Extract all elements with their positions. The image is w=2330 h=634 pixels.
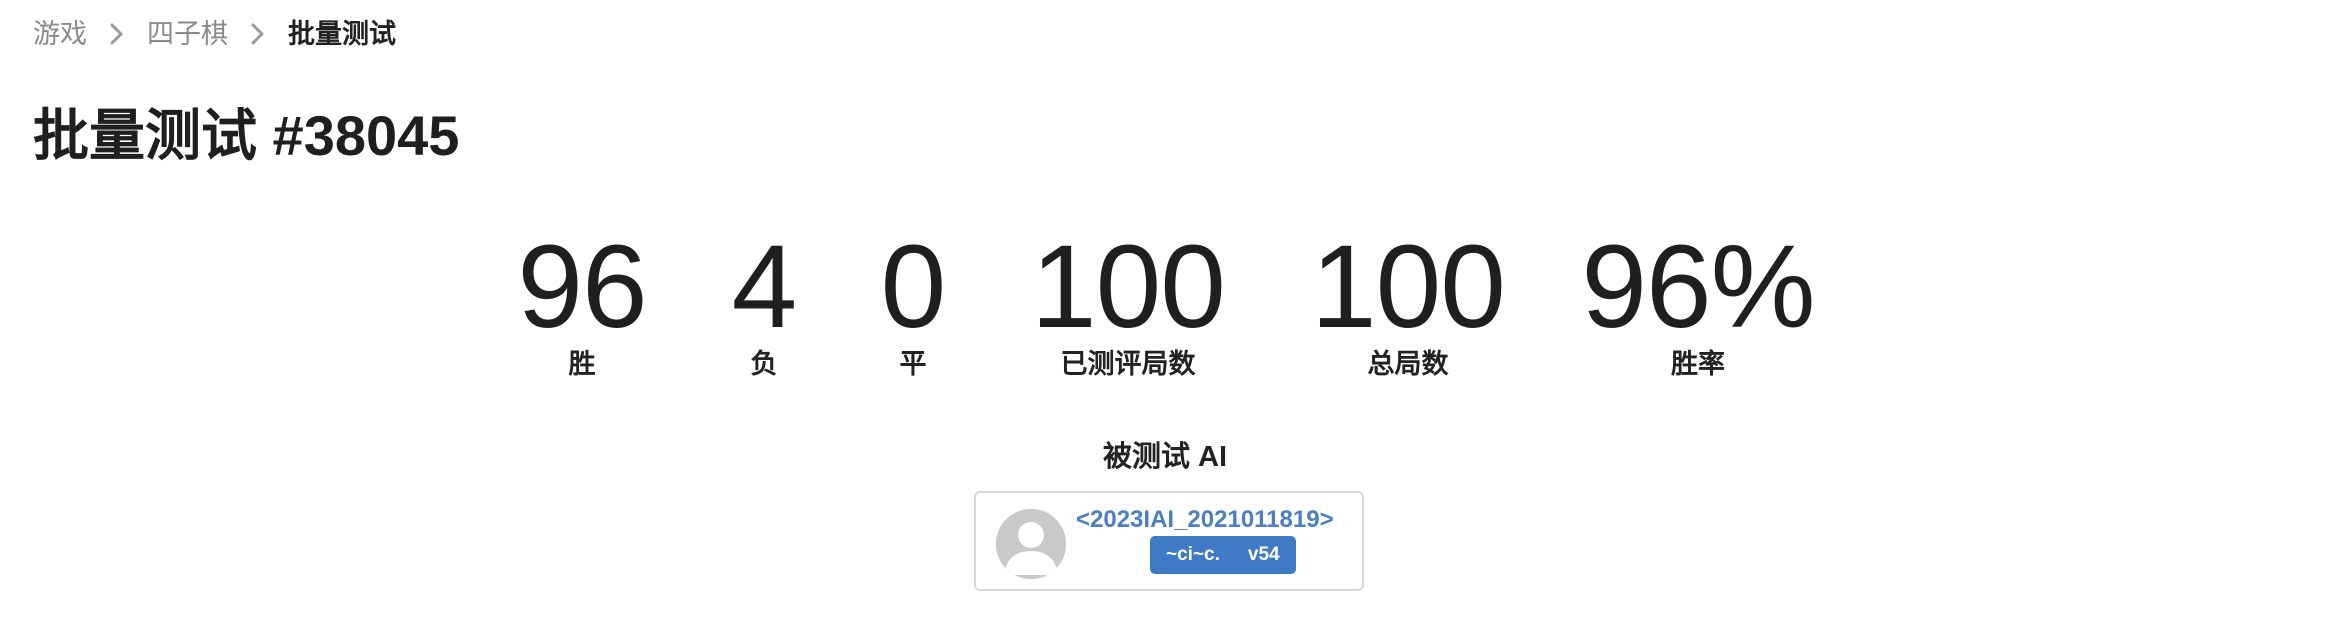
page: 游戏 四子棋 批量测试 批量测试 #38045 96 胜 4 负 0 平 100… — [0, 0, 2330, 634]
ai-owner-version-badge[interactable]: ~ci~c. v54 — [1150, 536, 1296, 574]
stat-draws: 0 平 — [880, 221, 947, 380]
breadcrumb-item-connect-four[interactable]: 四子棋 — [147, 14, 228, 54]
stat-value: 100 — [1311, 221, 1506, 353]
stat-value: 4 — [731, 221, 798, 353]
stat-wins: 96 胜 — [517, 221, 647, 380]
stats-row: 96 胜 4 负 0 平 100 已测评局数 100 总局数 96% 胜率 — [0, 226, 2330, 386]
stat-value: 96 — [517, 221, 647, 353]
breadcrumb-item-games[interactable]: 游戏 — [33, 14, 87, 54]
chevron-right-icon — [238, 14, 278, 54]
default-user-avatar-icon — [996, 509, 1066, 579]
stat-evaluated-games: 100 已测评局数 — [1031, 221, 1226, 380]
stat-total-games: 100 总局数 — [1311, 221, 1506, 380]
breadcrumb: 游戏 四子棋 批量测试 — [33, 14, 396, 54]
ai-owner-label: ~ci~c. — [1166, 544, 1220, 565]
stat-value: 96% — [1581, 221, 1815, 353]
stat-win-rate: 96% 胜率 — [1581, 221, 1815, 380]
stat-value: 100 — [1031, 221, 1226, 353]
page-title: 批量测试 #38045 — [33, 104, 460, 167]
breadcrumb-item-batch-test: 批量测试 — [288, 19, 396, 49]
stat-value: 0 — [880, 221, 947, 353]
tested-ai-heading: 被测试 AI — [1102, 441, 1228, 473]
chevron-right-icon — [97, 14, 137, 54]
ai-name-link[interactable]: <2023IAI_2021011819> — [1076, 505, 1334, 535]
tested-ai-card[interactable]: <2023IAI_2021011819> ~ci~c. v54 — [974, 491, 1364, 591]
stat-losses: 4 负 — [731, 221, 798, 380]
ai-version-label: v54 — [1247, 544, 1280, 565]
